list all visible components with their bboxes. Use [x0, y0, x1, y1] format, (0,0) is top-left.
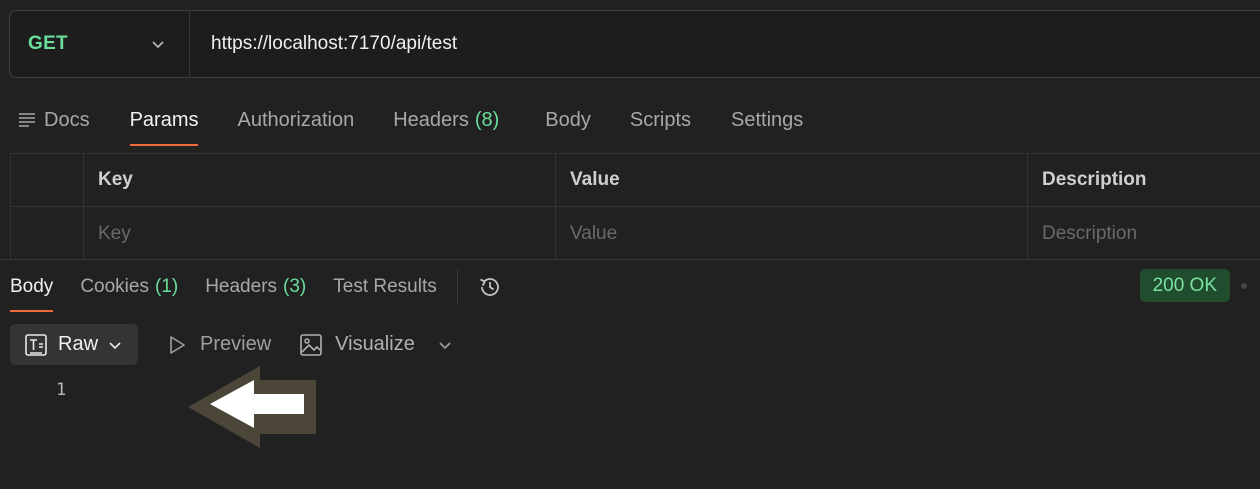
raw-label: Raw [58, 333, 99, 355]
raw-text-icon [25, 333, 47, 356]
arrow-left-icon [188, 366, 316, 448]
key-cell [84, 207, 556, 260]
url-input[interactable] [190, 11, 1260, 77]
status-indicator-dot [1241, 283, 1247, 289]
request-tabs: Docs Params Authorization Headers (8) Bo… [0, 94, 1260, 146]
line-number: 1 [56, 380, 67, 400]
url-bar: GET [9, 10, 1260, 78]
cookies-count: (1) [154, 276, 179, 297]
response-tab-body[interactable]: Body [10, 262, 54, 312]
postman-request-view: GET Docs Params Authorization Headers (8… [0, 0, 1260, 489]
tab-label: Body [10, 276, 54, 297]
response-format-bar: Raw Preview Visualize [10, 324, 453, 365]
response-tab-headers[interactable]: Headers (3) [205, 262, 306, 312]
play-icon [170, 335, 185, 354]
description-input[interactable] [1042, 222, 1260, 245]
tab-label: Test Results [333, 276, 437, 297]
preview-label: Preview [200, 333, 272, 355]
docs-lines-icon [19, 113, 35, 127]
response-tabs: Body Cookies (1) Headers (3) Test Result… [0, 262, 1260, 312]
tab-label: Headers [393, 108, 469, 131]
tab-settings[interactable]: Settings [731, 94, 803, 146]
response-headers-count: (3) [283, 276, 307, 297]
method-dropdown[interactable]: GET [10, 11, 190, 77]
tab-label: Docs [44, 108, 90, 131]
value-input[interactable] [570, 222, 1027, 245]
column-header-value: Value [556, 154, 1028, 206]
response-divider[interactable] [0, 259, 1260, 260]
raw-format-button[interactable]: Raw [10, 324, 138, 365]
value-cell [556, 207, 1028, 260]
key-input[interactable] [98, 222, 555, 245]
response-tab-cookies[interactable]: Cookies (1) [80, 262, 178, 312]
tab-authorization[interactable]: Authorization [237, 94, 354, 146]
table-row [11, 207, 1260, 260]
tab-label: Authorization [237, 108, 355, 131]
row-handle [11, 207, 84, 260]
headers-count: (8) [474, 108, 500, 131]
tab-headers[interactable]: Headers (8) [393, 94, 499, 146]
tab-label: Settings [731, 108, 804, 131]
chevron-down-icon [109, 341, 121, 349]
image-icon [300, 333, 322, 356]
tab-label: Headers [205, 276, 278, 297]
column-header-description: Description [1042, 169, 1147, 190]
row-handle-header [11, 154, 84, 206]
column-header-key: Key [84, 154, 556, 206]
params-header-row: Key Value Description [11, 154, 1260, 207]
preview-button[interactable]: Preview [166, 333, 271, 356]
visualize-label: Visualize [335, 333, 415, 355]
chevron-down-icon [439, 341, 451, 349]
chevron-down-icon [152, 41, 164, 49]
params-table: Key Value Description [10, 153, 1260, 260]
tab-body[interactable]: Body [545, 94, 591, 146]
description-cell [1028, 207, 1260, 260]
tab-label: Body [545, 108, 591, 131]
tab-label: Scripts [629, 108, 692, 131]
method-label: GET [28, 33, 68, 54]
history-icon[interactable] [476, 273, 504, 301]
response-tab-test-results[interactable]: Test Results [333, 262, 436, 312]
tab-scripts[interactable]: Scripts [630, 94, 691, 146]
visualize-button[interactable]: Visualize [299, 333, 415, 357]
toolbar-divider [456, 269, 458, 305]
tab-docs[interactable]: Docs [18, 94, 90, 146]
tab-label: Params [129, 108, 199, 131]
tab-label: Cookies [80, 276, 149, 297]
status-badge[interactable]: 200 OK [1139, 269, 1230, 302]
tab-params[interactable]: Params [129, 94, 199, 146]
visualize-dropdown[interactable] [437, 337, 453, 353]
